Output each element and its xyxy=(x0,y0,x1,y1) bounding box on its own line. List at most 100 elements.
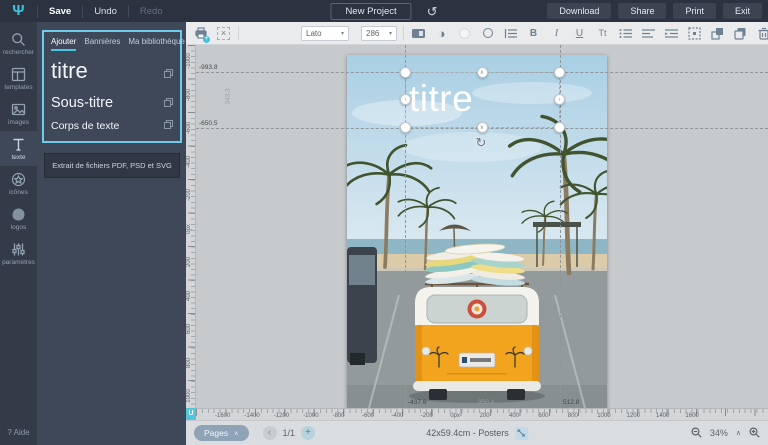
prev-page-button[interactable]: ‹ xyxy=(263,426,277,440)
license-plate xyxy=(459,353,495,367)
search-icon xyxy=(11,32,26,47)
share-button[interactable]: Share xyxy=(618,3,666,19)
download-button[interactable]: Download xyxy=(547,3,611,19)
new-project-button[interactable]: New Project xyxy=(330,3,411,20)
sidebar: rechercher templates images texteicôneslogo… xyxy=(0,22,37,445)
arrange-layer-icon[interactable] xyxy=(709,25,726,42)
text-case-button[interactable]: Tt xyxy=(594,25,611,42)
sidebar-item-rechercher[interactable]: rechercher xyxy=(0,26,37,61)
font-size-select[interactable]: 286▾ xyxy=(361,26,397,41)
sidebar-item-images[interactable]: images xyxy=(0,96,37,131)
design-app: Ψ Save Undo Redo New Project ↺ Download … xyxy=(0,0,768,445)
zoom-out-icon[interactable] xyxy=(691,427,702,440)
color-swatch-icon[interactable] xyxy=(410,25,427,42)
text-style-item-subtitle[interactable]: Sous-titre xyxy=(51,95,173,111)
fill-color-icon[interactable] xyxy=(456,25,473,42)
help-link[interactable]: ? Aide xyxy=(0,428,37,437)
v-ruler-label: 200 xyxy=(186,252,192,272)
resize-handle-bottom-right[interactable] xyxy=(554,122,565,133)
sidebar-item-templates[interactable]: templates xyxy=(0,61,37,96)
h-ruler-label: -600 xyxy=(362,413,374,419)
h-ruler-label: -1600 xyxy=(215,413,230,419)
import-files-button[interactable]: Extrait de fichiers PDF, PSD et SVG xyxy=(44,153,180,178)
bottom-bar: Pages∧ ‹ 1/1 + 42x59.4cm - Posters 34% ∧ xyxy=(186,420,768,445)
save-button[interactable]: Save xyxy=(38,6,82,17)
sidebar-item-texte[interactable]: texte xyxy=(0,131,37,166)
contrast-icon[interactable]: ◑ xyxy=(433,25,450,42)
app-logo-icon[interactable]: Ψ xyxy=(0,0,37,22)
resize-handle-top-left[interactable] xyxy=(400,67,411,78)
guide-value-bottom: -650.5 xyxy=(199,120,217,127)
chevron-up-icon: ∧ xyxy=(234,430,238,437)
v-ruler-label: -600 xyxy=(186,118,192,138)
text-style-item-title[interactable]: titre xyxy=(51,58,173,84)
delete-icon[interactable] xyxy=(755,25,768,42)
v-ruler-label: 0px xyxy=(186,219,192,239)
tab-ma-bibliothèque[interactable]: Ma bibliothèque xyxy=(128,37,184,51)
sidebar-item-label: rechercher xyxy=(3,49,34,56)
divider xyxy=(403,26,404,40)
workspace: + × Lato▾ 286▾ ◑ B I U Tt xyxy=(186,22,768,445)
add-page-button[interactable]: + xyxy=(301,426,315,440)
font-family-select[interactable]: Lato▾ xyxy=(301,26,349,41)
line-spacing-icon[interactable] xyxy=(502,25,519,42)
redo-button[interactable]: Redo xyxy=(129,6,174,17)
resize-handle-top-right[interactable] xyxy=(554,67,565,78)
selection-box[interactable]: ∧ ‹ › ∨ ↻ xyxy=(405,72,560,128)
exit-button[interactable]: Exit xyxy=(723,3,762,19)
zoom-in-icon[interactable] xyxy=(749,427,760,440)
zoom-level[interactable]: 34% xyxy=(710,428,728,438)
align-text-icon[interactable] xyxy=(640,25,657,42)
v-ruler-label: 600 xyxy=(186,319,192,339)
h-ruler-label: 800 xyxy=(568,413,578,419)
plus-badge-icon: + xyxy=(203,36,210,43)
text-style-label: titre xyxy=(51,58,88,84)
h-ruler-label: -1200 xyxy=(274,413,289,419)
undo-button[interactable]: Undo xyxy=(83,6,128,17)
tab-ajouter[interactable]: Ajouter xyxy=(51,37,76,51)
templates-icon xyxy=(11,67,26,82)
indent-icon[interactable] xyxy=(663,25,680,42)
deselect-icon[interactable]: × xyxy=(215,25,232,42)
sidebar-item-icones[interactable]: icônes xyxy=(0,166,37,201)
ruler-units-button[interactable]: U xyxy=(186,408,196,420)
crop-selection-icon[interactable] xyxy=(686,25,703,42)
insert-icon[interactable] xyxy=(164,120,173,132)
underline-button[interactable]: U xyxy=(571,25,588,42)
sidebar-item-label: images xyxy=(8,119,29,126)
rotate-handle-icon[interactable]: ↻ xyxy=(476,135,487,151)
v-ruler-label: -1000 xyxy=(186,51,192,71)
resize-handle-left[interactable]: ‹ xyxy=(400,94,411,105)
insert-icon[interactable] xyxy=(164,95,173,111)
horizontal-ruler[interactable]: -1600-1400-1200-1000-800-600-400-2000px2… xyxy=(196,408,768,420)
resize-document-icon[interactable] xyxy=(515,427,528,440)
insert-icon[interactable] xyxy=(164,58,173,84)
resize-handle-right[interactable]: › xyxy=(554,94,565,105)
text-panel: Ajouter Bannières Ma bibliothèque titre Sou… xyxy=(37,22,186,445)
canvas-toolbar: + × Lato▾ 286▾ ◑ B I U Tt xyxy=(186,22,768,45)
text-style-item-body[interactable]: Corps de texte xyxy=(51,120,173,132)
tab-bannières[interactable]: Bannières xyxy=(84,37,120,51)
sidebar-item-logos[interactable]: logos xyxy=(0,201,37,236)
bullet-list-icon[interactable] xyxy=(617,25,634,42)
vertical-ruler[interactable]: -1000-800-600-400-2000px2004006008001000 xyxy=(186,45,196,408)
zoom-menu-caret-icon[interactable]: ∧ xyxy=(736,429,741,437)
guide-value-width: 950.4 xyxy=(478,399,494,406)
sidebar-item-parametres[interactable]: paramètres xyxy=(0,236,37,271)
h-ruler-label: 0px xyxy=(450,413,460,419)
stroke-color-icon[interactable] xyxy=(479,25,496,42)
v-ruler-label: -400 xyxy=(186,152,192,172)
print-button[interactable]: Print xyxy=(673,3,716,19)
help-icon: ? xyxy=(7,428,11,437)
resize-handle-bottom-left[interactable] xyxy=(400,122,411,133)
pages-button[interactable]: Pages∧ xyxy=(194,425,249,441)
v-ruler-label: -200 xyxy=(186,185,192,205)
canvas-area[interactable]: -993.8 -650.5 343.3 -437.6 950.4 512.8 t… xyxy=(186,45,768,420)
history-icon[interactable]: ↺ xyxy=(427,5,438,18)
resize-handle-bottom[interactable]: ∨ xyxy=(477,122,488,133)
italic-button[interactable]: I xyxy=(548,25,565,42)
duplicate-icon[interactable] xyxy=(732,25,749,42)
add-to-print-icon[interactable]: + xyxy=(192,25,209,42)
bold-button[interactable]: B xyxy=(525,25,542,42)
resize-handle-top[interactable]: ∧ xyxy=(477,67,488,78)
